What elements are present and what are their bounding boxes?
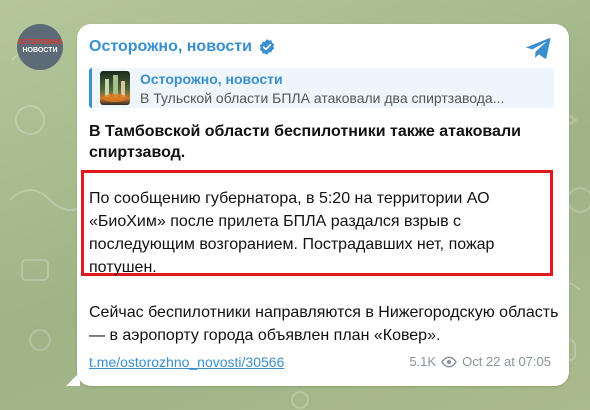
views-count: 5.1K xyxy=(409,354,437,369)
post-paragraph: Сейчас беспилотники направляются в Нижег… xyxy=(89,304,559,344)
verified-badge-icon xyxy=(259,39,275,55)
post-meta: 5.1K Oct 22 at 07:05 xyxy=(409,354,551,369)
forwarded-quote[interactable]: Осторожно, новости В Тульской области БП… xyxy=(89,68,554,108)
quote-title: Осторожно, новости xyxy=(140,71,283,87)
avatar-line-2: НОВОСТИ xyxy=(22,47,58,54)
channel-avatar[interactable]: ОСТОРОЖНО НОВОСТИ xyxy=(17,24,63,70)
telegram-share-icon[interactable] xyxy=(525,36,551,60)
channel-name-label: Осторожно, новости xyxy=(89,38,252,55)
quote-thumbnail xyxy=(100,71,130,105)
highlighted-paragraph: По сообщению губернатора, в 5:20 на терр… xyxy=(89,190,495,276)
quote-text: В Тульской области БПЛА атаковали два сп… xyxy=(140,90,505,106)
post-headline: В Тамбовской области беспилотники также … xyxy=(89,123,521,161)
post-timestamp: Oct 22 at 07:05 xyxy=(462,354,551,369)
avatar-line-1: ОСТОРОЖНО xyxy=(17,39,63,46)
post-link[interactable]: t.me/ostorozhno_novosti/30566 xyxy=(89,354,284,370)
message-bubble: Осторожно, новости Осторожно, новости В … xyxy=(77,24,569,386)
channel-name[interactable]: Осторожно, новости xyxy=(89,38,276,56)
eye-icon xyxy=(441,355,457,368)
